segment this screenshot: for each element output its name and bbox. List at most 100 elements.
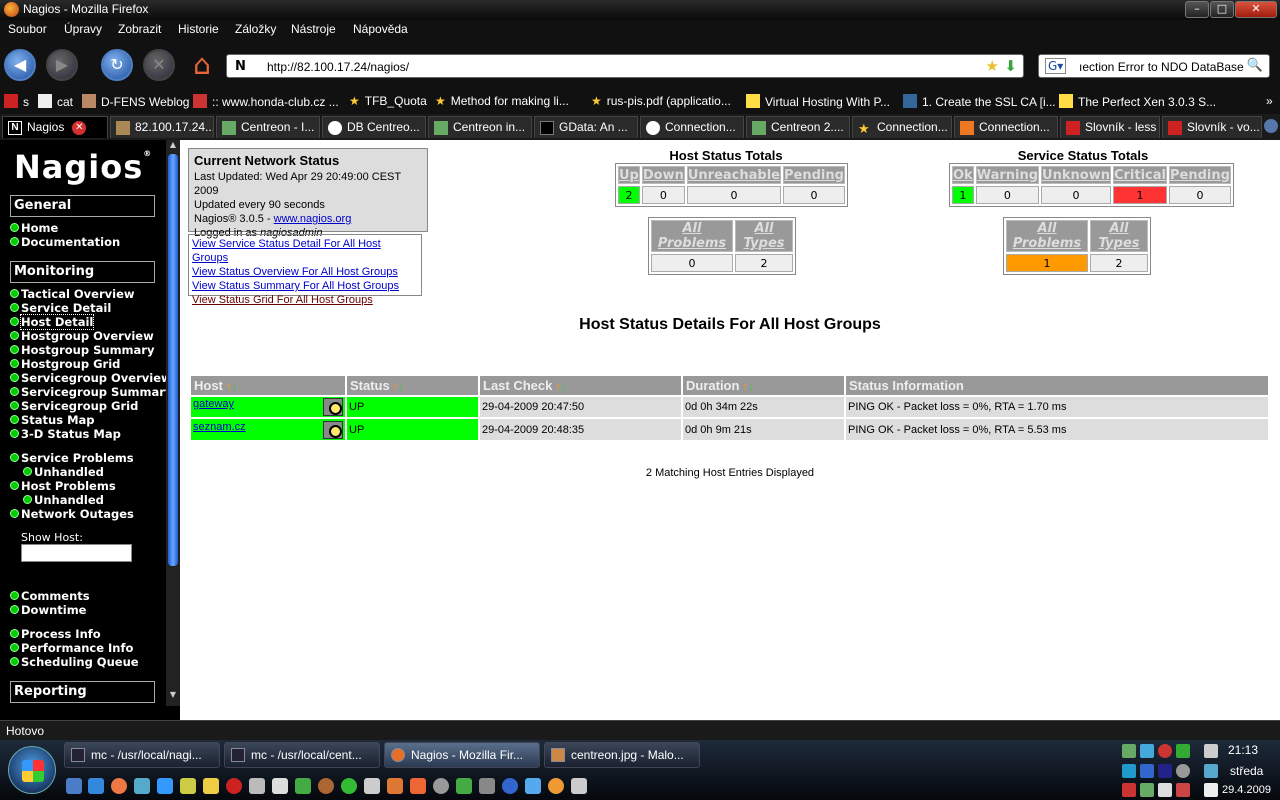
- quicklaunch-app-icon[interactable]: [295, 778, 311, 794]
- tray-app-icon[interactable]: [1158, 764, 1172, 778]
- quicklaunch-desktop-icon[interactable]: [66, 778, 82, 794]
- quicklaunch-app-icon[interactable]: [433, 778, 449, 794]
- quicklaunch-app-icon[interactable]: [571, 778, 587, 794]
- host-link[interactable]: seznam.cz: [193, 421, 246, 433]
- host-total-up-header[interactable]: Up: [618, 166, 640, 184]
- host-total-down-header[interactable]: Down: [641, 166, 685, 184]
- nav-servicegroup-grid[interactable]: Servicegroup Grid: [21, 399, 138, 413]
- sort-arrows-icon[interactable]: ↑↓: [393, 381, 404, 393]
- back-icon[interactable]: ◀: [4, 49, 36, 81]
- quicklaunch-app-icon[interactable]: [502, 778, 518, 794]
- go-arrow-icon[interactable]: ⬇: [1004, 57, 1017, 75]
- tray-app-icon[interactable]: [1122, 764, 1136, 778]
- quicklaunch-app-icon[interactable]: [203, 778, 219, 794]
- sort-arrows-icon[interactable]: ↑↓: [226, 381, 237, 393]
- menu-view[interactable]: Zobrazit: [118, 22, 161, 36]
- service-total-pending-header[interactable]: Pending: [1168, 166, 1231, 184]
- tray-volume-icon[interactable]: [1204, 783, 1218, 797]
- close-tab-icon[interactable]: ✕: [72, 121, 87, 135]
- link-status-summary[interactable]: View Status Summary For All Host Groups: [192, 279, 418, 293]
- menu-file[interactable]: Soubor: [8, 22, 47, 36]
- nav-performance-info[interactable]: Performance Info: [21, 641, 133, 655]
- close-window-button[interactable]: ✕: [1235, 1, 1277, 18]
- link-status-grid[interactable]: View Status Grid For All Host Groups: [192, 293, 418, 307]
- tray-app-icon[interactable]: [1140, 744, 1154, 758]
- start-button[interactable]: [8, 746, 56, 794]
- tab-item[interactable]: Centreon - I...: [216, 116, 320, 138]
- tray-app-icon[interactable]: [1204, 764, 1218, 778]
- nav-status-map[interactable]: Status Map: [21, 413, 95, 427]
- quicklaunch-app-icon[interactable]: [341, 778, 357, 794]
- service-total-critical-header[interactable]: Critical: [1112, 166, 1167, 184]
- search-icon[interactable]: 🔍: [1247, 58, 1263, 73]
- quicklaunch-app-icon[interactable]: [364, 778, 380, 794]
- nav-host-detail[interactable]: Host Detail: [19, 314, 95, 330]
- tab-nagios[interactable]: N Nagios ✕: [2, 116, 108, 138]
- nav-service-detail[interactable]: Service Detail: [21, 301, 111, 315]
- nav-home[interactable]: Home: [21, 221, 58, 235]
- scroll-down-icon[interactable]: ▼: [166, 690, 180, 702]
- quicklaunch-app-icon[interactable]: [525, 778, 541, 794]
- tab-item[interactable]: 82.100.17.24...: [110, 116, 214, 138]
- quicklaunch-app-icon[interactable]: [410, 778, 426, 794]
- quicklaunch-ie-icon[interactable]: [157, 778, 173, 794]
- quicklaunch-app-icon[interactable]: [249, 778, 265, 794]
- quicklaunch-app-icon[interactable]: [548, 778, 564, 794]
- tab-list-icon[interactable]: [1264, 119, 1278, 133]
- sort-arrows-icon[interactable]: ↑↓: [555, 381, 566, 393]
- nav-tactical-overview[interactable]: Tactical Overview: [21, 287, 135, 301]
- tab-item[interactable]: Slovník - less: [1060, 116, 1160, 138]
- nav-process-info[interactable]: Process Info: [21, 627, 101, 641]
- bookmark-star-icon[interactable]: ★: [986, 57, 999, 75]
- nav-comments[interactable]: Comments: [21, 589, 90, 603]
- service-total-ok-header[interactable]: Ok: [952, 166, 974, 184]
- bookmark-item[interactable]: ★ Method for making li...: [435, 94, 569, 108]
- nav-hostgroup-summary[interactable]: Hostgroup Summary: [21, 343, 154, 357]
- address-url[interactable]: http://82.100.17.24/nagios/: [267, 60, 409, 74]
- tray-app-icon[interactable]: [1176, 744, 1190, 758]
- quicklaunch-app-icon[interactable]: [134, 778, 150, 794]
- link-service-status-detail[interactable]: View Service Status Detail For All Host …: [192, 237, 418, 265]
- nav-hostgroup-grid[interactable]: Hostgroup Grid: [21, 357, 120, 371]
- tray-app-icon[interactable]: [1176, 783, 1190, 797]
- link-status-overview[interactable]: View Status Overview For All Host Groups: [192, 265, 418, 279]
- tab-item[interactable]: Connection...: [954, 116, 1058, 138]
- host-services-icon[interactable]: [323, 420, 343, 439]
- reload-icon[interactable]: ↻: [101, 49, 133, 81]
- bookmark-item[interactable]: ★ TFB_Quota: [349, 94, 427, 108]
- service-all-problems-header[interactable]: All Problems: [1006, 220, 1088, 252]
- nagios-website-link[interactable]: www.nagios.org: [274, 213, 352, 225]
- bookmarks-overflow-icon[interactable]: »: [1266, 94, 1273, 108]
- show-host-input[interactable]: [21, 544, 132, 562]
- host-total-pending-header[interactable]: Pending: [783, 166, 845, 184]
- tray-app-icon[interactable]: [1122, 783, 1136, 797]
- quicklaunch-opera-icon[interactable]: [226, 778, 242, 794]
- quicklaunch-app-icon[interactable]: [180, 778, 196, 794]
- nav-service-problems[interactable]: Service Problems: [21, 451, 134, 465]
- menu-tools[interactable]: Nástroje: [291, 22, 336, 36]
- menu-edit[interactable]: Úpravy: [64, 22, 102, 36]
- bookmark-item[interactable]: cat: [38, 94, 73, 109]
- nav-host-problems[interactable]: Host Problems: [21, 479, 116, 493]
- host-all-problems-header[interactable]: All Problems: [651, 220, 733, 252]
- tab-item[interactable]: Connection...: [640, 116, 744, 138]
- tab-item[interactable]: Slovník - vo...: [1162, 116, 1262, 138]
- service-total-warning-header[interactable]: Warning: [975, 166, 1040, 184]
- bookmark-item[interactable]: 1. Create the SSL CA [i...: [903, 94, 1056, 109]
- bookmark-item[interactable]: s: [4, 94, 29, 109]
- tab-item[interactable]: Centreon 2....: [746, 116, 850, 138]
- service-total-unknown-header[interactable]: Unknown: [1041, 166, 1111, 184]
- tray-signal-icon[interactable]: [1158, 783, 1172, 797]
- search-query[interactable]: ıection Error to NDO DataBase !: [1079, 60, 1244, 74]
- tab-item[interactable]: ★ Connection...: [852, 116, 952, 138]
- home-icon[interactable]: ⌂: [186, 48, 218, 82]
- bookmark-item[interactable]: Virtual Hosting With P...: [746, 94, 890, 109]
- bookmark-item[interactable]: ★ rus-pis.pdf (applicatio...: [591, 94, 731, 108]
- nav-downtime[interactable]: Downtime: [21, 603, 86, 617]
- menu-bookmarks[interactable]: Záložky: [235, 22, 276, 36]
- bookmark-item[interactable]: :: www.honda-club.cz ...: [193, 94, 339, 109]
- tray-network-icon[interactable]: [1122, 744, 1136, 758]
- service-all-types-header[interactable]: All Types: [1090, 220, 1148, 252]
- quicklaunch-app-icon[interactable]: [479, 778, 495, 794]
- tray-clock[interactable]: 21:13: [1228, 743, 1258, 757]
